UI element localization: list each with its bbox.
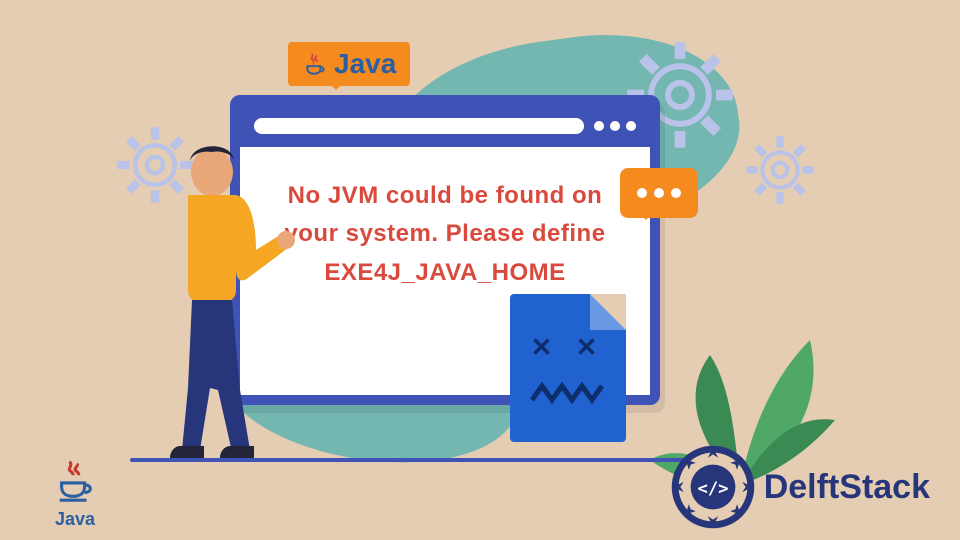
ground-line: [130, 458, 690, 462]
delftstack-medallion-icon: </>: [670, 444, 756, 530]
chat-bubble-icon: [620, 168, 698, 218]
dead-face-icon: ✕ ✕: [510, 332, 626, 363]
java-badge-label: Java: [334, 48, 396, 80]
window-controls-icon: [594, 121, 636, 131]
java-logo-label: Java: [40, 509, 110, 530]
java-logo: Java: [40, 458, 110, 530]
coffee-cup-icon: [302, 51, 328, 77]
zigzag-mouth-icon: [530, 380, 606, 406]
error-document-icon: ✕ ✕: [510, 294, 626, 442]
person-illustration: [140, 140, 320, 460]
gear-icon: [740, 130, 820, 210]
delftstack-label: DelftStack: [764, 468, 930, 507]
address-bar: [254, 118, 584, 134]
delftstack-logo: </> DelftStack: [670, 444, 930, 530]
svg-text:</>: </>: [697, 479, 728, 499]
java-badge: Java: [288, 42, 410, 86]
coffee-cup-icon: [52, 458, 98, 504]
